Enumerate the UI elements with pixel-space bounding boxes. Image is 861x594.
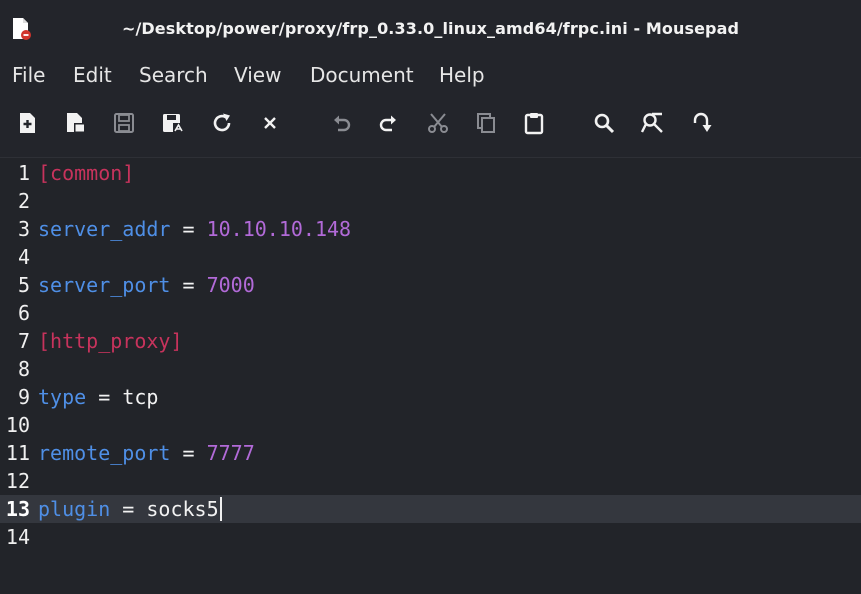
save-button[interactable] [108,107,140,139]
line-content[interactable]: server_addr = 10.10.10.148 [38,217,351,241]
line-number: 6 [17,301,30,325]
copy-icon [474,111,498,135]
editor-line[interactable]: 4 [0,243,861,271]
go-to-line-icon [689,111,713,135]
line-number: 14 [5,525,30,549]
text-editor[interactable]: 1 [common] 2 3 server_addr = 10.10.10.148 4 5 s… [0,158,861,594]
editor-line[interactable]: 13 plugin = socks5 [0,495,861,523]
ini-operator: = [182,441,195,465]
cut-icon [426,111,450,135]
line-number: 3 [17,217,30,241]
ini-operator: = [182,273,195,297]
reload-icon [210,111,234,135]
menu-view[interactable]: View [234,63,281,87]
redo-button[interactable] [372,107,404,139]
line-number: 13 [5,497,30,521]
line-number: 1 [17,161,30,185]
save-as-button[interactable] [157,107,189,139]
ini-operator: = [98,385,111,409]
paste-icon [522,111,546,135]
close-icon [260,113,280,133]
ini-value: 7777 [206,441,255,465]
editor-line[interactable]: 6 [0,299,861,327]
editor-line[interactable]: 14 [0,523,861,551]
go-to-line-button[interactable] [685,107,717,139]
ini-key: plugin [38,497,111,521]
editor-line[interactable]: 10 [0,411,861,439]
redo-icon [376,111,400,135]
line-number: 2 [17,189,30,213]
save-icon [112,111,136,135]
editor-line[interactable]: 9 type = tcp [0,383,861,411]
text-cursor [219,497,222,521]
editor-line[interactable]: 8 [0,355,861,383]
ini-key: server_addr [38,217,171,241]
save-as-icon [160,111,186,135]
menu-bar: File Edit Search View Document Help [0,57,861,93]
menu-document[interactable]: Document [310,63,414,87]
ini-section-header: [common] [38,161,135,185]
line-number: 12 [5,469,30,493]
open-document-button[interactable] [60,107,92,139]
find-icon [592,111,616,135]
undo-icon [330,111,354,135]
editor-line[interactable]: 1 [common] [0,159,861,187]
editor-line[interactable]: 3 server_addr = 10.10.10.148 [0,215,861,243]
window-title: ~/Desktop/power/proxy/frp_0.33.0_linux_a… [121,19,740,38]
toolbar [0,93,861,158]
line-content[interactable]: [common] [38,161,134,185]
line-content[interactable]: remote_port = 7777 [38,441,255,465]
ini-value: 10.10.10.148 [206,217,352,241]
find-replace-button[interactable] [637,107,669,139]
editor-line[interactable]: 7 [http_proxy] [0,327,861,355]
menu-search[interactable]: Search [139,63,208,87]
title-bar[interactable]: ~/Desktop/power/proxy/frp_0.33.0_linux_a… [0,0,861,57]
undo-button[interactable] [326,107,358,139]
editor-line[interactable]: 12 [0,467,861,495]
mousepad-window: ~/Desktop/power/proxy/frp_0.33.0_linux_a… [0,0,861,594]
line-content[interactable]: plugin = socks5 [38,497,222,521]
new-document-button[interactable] [12,107,44,139]
close-document-button[interactable] [254,107,286,139]
line-number: 11 [5,441,30,465]
line-number: 4 [17,245,30,269]
ini-operator: = [122,497,135,521]
line-number: 5 [17,273,30,297]
cut-button[interactable] [422,107,454,139]
ini-value: tcp [122,385,159,409]
ini-value: 7000 [206,273,255,297]
line-content[interactable]: [http_proxy] [38,329,183,353]
reload-button[interactable] [206,107,238,139]
line-number: 9 [17,385,30,409]
menu-file[interactable]: File [12,63,45,87]
editor-line[interactable]: 2 [0,187,861,215]
copy-button[interactable] [470,107,502,139]
paste-button[interactable] [518,107,550,139]
ini-operator: = [182,217,195,241]
ini-key: server_port [38,273,171,297]
ini-key: type [38,385,87,409]
line-content[interactable]: type = tcp [38,385,158,409]
find-button[interactable] [588,107,620,139]
ini-value: socks5 [146,497,219,521]
open-document-icon [64,111,88,135]
line-number: 8 [17,357,30,381]
line-number: 10 [5,413,30,437]
editor-line[interactable]: 11 remote_port = 7777 [0,439,861,467]
menu-help[interactable]: Help [439,63,485,87]
ini-key: remote_port [38,441,171,465]
line-content[interactable]: server_port = 7000 [38,273,255,297]
ini-section-header: [http_proxy] [38,329,183,353]
find-replace-icon [640,111,666,135]
editor-line[interactable]: 5 server_port = 7000 [0,271,861,299]
new-document-icon [17,111,39,135]
menu-edit[interactable]: Edit [73,63,112,87]
line-number: 7 [17,329,30,353]
